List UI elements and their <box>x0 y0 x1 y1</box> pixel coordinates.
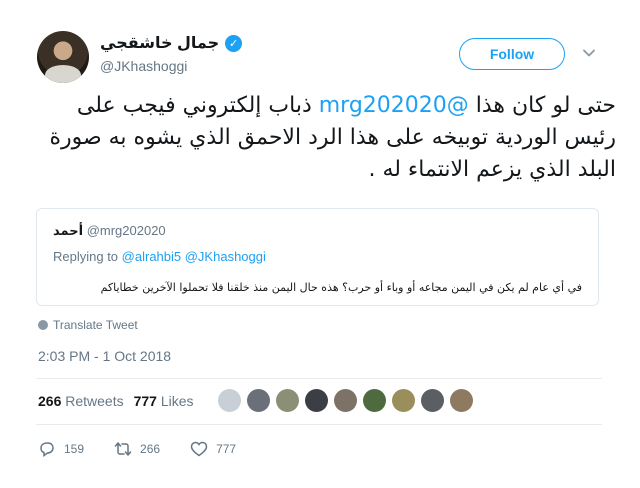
retweet-action[interactable]: 266 <box>114 440 160 458</box>
like-action[interactable]: 777 <box>190 440 236 458</box>
likes-count: 777 <box>133 393 157 409</box>
liker-avatar[interactable] <box>334 389 357 412</box>
replying-to-label: Replying to <box>53 249 119 264</box>
author-handle[interactable]: @JKhashoggi <box>100 58 187 74</box>
tweet-text: حتى لو كان هذا @mrg202020 ذباب إلكتروني … <box>36 90 616 186</box>
globe-icon <box>38 320 48 330</box>
tweet-timestamp[interactable]: 2:03 PM - 1 Oct 2018 <box>38 348 171 364</box>
reply-action[interactable]: 159 <box>38 440 84 458</box>
retweet-icon <box>114 442 132 456</box>
likes-label: Likes <box>160 393 194 409</box>
quoted-author-name: أحمد <box>53 223 84 238</box>
liker-avatar[interactable] <box>450 389 473 412</box>
tweet-card: جمال خاشقجي ✓ @JKhashoggi Follow حتى لو … <box>0 0 640 488</box>
like-count: 777 <box>216 442 237 456</box>
liker-avatar[interactable] <box>247 389 270 412</box>
tweet-stats: 266 Retweets 777 Likes <box>38 393 194 409</box>
quoted-tweet[interactable]: أحمد @mrg202020 Replying to @alrahbi5 @J… <box>36 208 599 306</box>
quoted-author-handle: @mrg202020 <box>86 223 166 238</box>
liker-avatar[interactable] <box>276 389 299 412</box>
retweets-stat[interactable]: 266 Retweets <box>38 393 124 409</box>
heart-icon <box>190 441 208 457</box>
liker-avatar[interactable] <box>392 389 415 412</box>
liker-avatars <box>218 389 473 412</box>
tweet-text-prefix: حتى لو كان هذا <box>468 93 616 118</box>
chevron-down-icon[interactable] <box>582 46 596 60</box>
author-name-row: جمال خاشقجي ✓ <box>100 33 243 53</box>
retweets-label: Retweets <box>65 393 124 409</box>
translate-label: Translate Tweet <box>53 318 138 332</box>
translate-tweet-link[interactable]: Translate Tweet <box>38 318 138 332</box>
quoted-tweet-text: في أي عام لم يكن في اليمن مجاعه أو وباء … <box>100 281 582 294</box>
likes-stat[interactable]: 777 Likes <box>134 393 194 409</box>
author-avatar[interactable] <box>37 31 89 83</box>
retweet-count: 266 <box>140 442 161 456</box>
divider <box>36 424 602 425</box>
liker-avatar[interactable] <box>363 389 386 412</box>
tweet-actions: 159 266 777 <box>38 440 266 458</box>
reply-count: 159 <box>64 442 85 456</box>
liker-avatar[interactable] <box>305 389 328 412</box>
tweet-mention-link[interactable]: @mrg202020 <box>319 93 469 118</box>
verified-badge-icon: ✓ <box>225 34 243 52</box>
quoted-replying-to: Replying to @alrahbi5 @JKhashoggi <box>53 249 266 264</box>
follow-button[interactable]: Follow <box>459 38 565 70</box>
divider <box>36 378 602 379</box>
retweets-count: 266 <box>38 393 62 409</box>
liker-avatar[interactable] <box>421 389 444 412</box>
quoted-author: أحمد @mrg202020 <box>53 223 166 239</box>
replying-to-handles[interactable]: @alrahbi5 @JKhashoggi <box>122 249 266 264</box>
liker-avatar[interactable] <box>218 389 241 412</box>
author-name[interactable]: جمال خاشقجي <box>100 33 219 53</box>
reply-icon <box>40 442 54 457</box>
